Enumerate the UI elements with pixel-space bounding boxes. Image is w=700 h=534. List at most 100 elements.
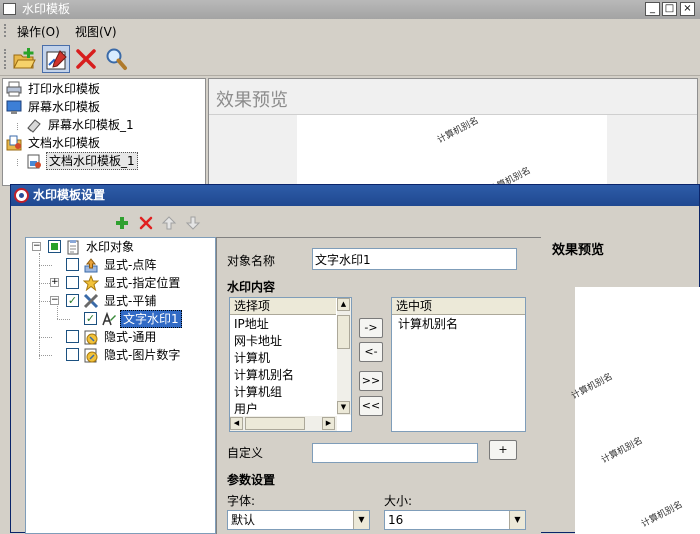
object-tree-item-label: 隐式-通用 [104,330,157,344]
available-list-vscrollbar[interactable]: ▲ ▼ [337,298,351,415]
available-list-item[interactable]: 计算机组 [234,384,282,401]
item-checkbox[interactable]: ✓ [84,312,97,325]
menu-operate[interactable]: 操作(O) [17,23,60,40]
scroll-up-icon[interactable]: ▲ [337,298,350,311]
edit-template-button[interactable] [42,45,70,73]
add-selected-button[interactable]: -> [359,318,383,338]
dialog-title-bar: 水印模板设置 [11,185,699,206]
collapse-toggle[interactable]: − [32,242,41,251]
upload-arrow-icon [84,258,98,273]
menu-grip [4,24,6,37]
selected-items-list[interactable]: 选中项 计算机别名 [391,297,526,432]
object-tree-item-label: 显式-平铺 [104,294,157,308]
preview-watermark-text: 计算机别名 [569,371,615,402]
monitor-icon [6,100,22,114]
hidden-image-digit-icon [84,348,98,363]
scroll-thumb[interactable] [337,315,350,349]
toolbar-grip [4,49,6,69]
main-effect-preview: 效果预览 计算机别名 计算机别名 [208,78,698,196]
magnifier-search-icon [106,48,127,70]
expand-toggle[interactable]: + [50,278,59,287]
item-checkbox[interactable] [66,276,79,289]
star-icon [83,275,99,291]
size-select-value: 16 [388,513,404,527]
font-select[interactable]: 默认 ▼ [227,510,370,530]
close-button[interactable]: × [680,2,695,16]
scroll-down-icon[interactable]: ▼ [337,401,350,414]
edit-template-icon [46,50,67,70]
main-preview-header: 效果预览 [216,90,288,111]
clipboard-list-icon [67,240,79,255]
main-window-title: 水印模板 [22,2,71,16]
app-window-icon [3,3,16,15]
dialog-title: 水印模板设置 [33,188,106,202]
preview-watermark-text: 计算机别名 [639,499,685,530]
remove-all-button[interactable]: << [359,396,383,416]
selected-list-item[interactable]: 计算机别名 [398,316,458,333]
object-name-input[interactable] [312,248,517,270]
hidden-image-icon [84,330,98,345]
object-settings-panel: 对象名称 水印内容 选择项 IP地址 网卡地址 计算机 计算机别名 计算机组 用… [216,237,541,534]
document-folder-icon [6,135,22,151]
custom-label: 自定义 [227,446,264,460]
tree-item-label: 文档水印模板_1 [46,152,138,170]
scroll-right-icon[interactable]: ▶ [322,417,335,430]
dialog-preview-paper: 计算机别名 计算机别名 计算机别名 [570,287,700,534]
maximize-button[interactable]: □ [662,2,677,16]
template-tree: 打印水印模板 屏幕水印模板 屏幕水印模板_1 文档水印模板 文档水印模板_1 [2,78,206,186]
custom-add-button[interactable]: + [489,440,517,460]
menu-view[interactable]: 视图(V) [75,23,117,40]
available-list-item[interactable]: 网卡地址 [234,333,282,350]
watermark-content-label: 水印内容 [227,280,276,294]
open-folder-add-icon [13,48,36,69]
add-green-plus-icon[interactable] [114,215,130,231]
collapse-toggle[interactable]: − [50,296,59,305]
available-list-item[interactable]: 计算机 [234,350,270,367]
object-tree-root-label: 水印对象 [86,240,135,254]
move-down-arrow-icon[interactable] [185,215,201,231]
tree-item-label: 屏幕水印模板 [28,100,101,114]
move-up-arrow-icon[interactable] [161,215,177,231]
size-select[interactable]: 16 ▼ [384,510,526,530]
main-toolbar [0,42,700,76]
chevron-down-icon[interactable]: ▼ [509,511,525,529]
add-all-button[interactable]: >> [359,371,383,391]
object-tree-item-label: 显式-指定位置 [104,276,181,290]
available-list-item[interactable]: 计算机别名 [234,367,294,384]
document-template-icon [27,154,41,169]
tree-item-label: 打印水印模板 [28,82,101,96]
available-list-header: 选择项 [230,298,336,315]
param-settings-label: 参数设置 [227,473,276,487]
delete-x-icon [76,49,96,69]
custom-input[interactable] [312,443,478,463]
item-checkbox[interactable] [66,258,79,271]
main-title-bar: 水印模板 _ □ × [0,0,700,19]
eraser-template-icon [27,119,41,133]
delete-red-x-icon[interactable] [138,215,154,231]
delete-button[interactable] [72,45,100,73]
available-list-item[interactable]: IP地址 [234,316,269,333]
font-select-value: 默认 [231,513,256,527]
root-checkbox[interactable] [48,240,61,253]
watermark-template-settings-dialog: 水印模板设置 − 水印对象 显式-点阵 + 显式-指定位置 − ✓ 显式-平铺 … [10,184,700,534]
selected-list-header: 选中项 [392,298,525,315]
dialog-preview-title: 效果预览 [552,243,605,258]
remove-selected-button[interactable]: <- [359,342,383,362]
font-label: 字体: [227,494,256,508]
item-checkbox[interactable] [66,348,79,361]
search-button[interactable] [102,45,130,73]
text-pen-icon [102,311,116,326]
item-checkbox[interactable] [66,330,79,343]
tools-crossed-icon [83,293,99,309]
object-tree-item-label: 隐式-图片数字 [104,348,181,362]
item-checkbox[interactable]: ✓ [66,294,79,307]
scroll-left-icon[interactable]: ◀ [230,417,243,430]
chevron-down-icon[interactable]: ▼ [353,511,369,529]
size-label: 大小: [384,494,413,508]
available-items-list[interactable]: 选择项 IP地址 网卡地址 计算机 计算机别名 计算机组 用户 ▲ ▼ ◀ ▶ [229,297,352,432]
scroll-thumb[interactable] [245,417,305,430]
available-list-hscrollbar[interactable]: ◀ ▶ [230,416,337,431]
minimize-button[interactable]: _ [645,2,660,16]
new-template-button[interactable] [10,45,38,73]
object-name-label: 对象名称 [227,254,276,268]
